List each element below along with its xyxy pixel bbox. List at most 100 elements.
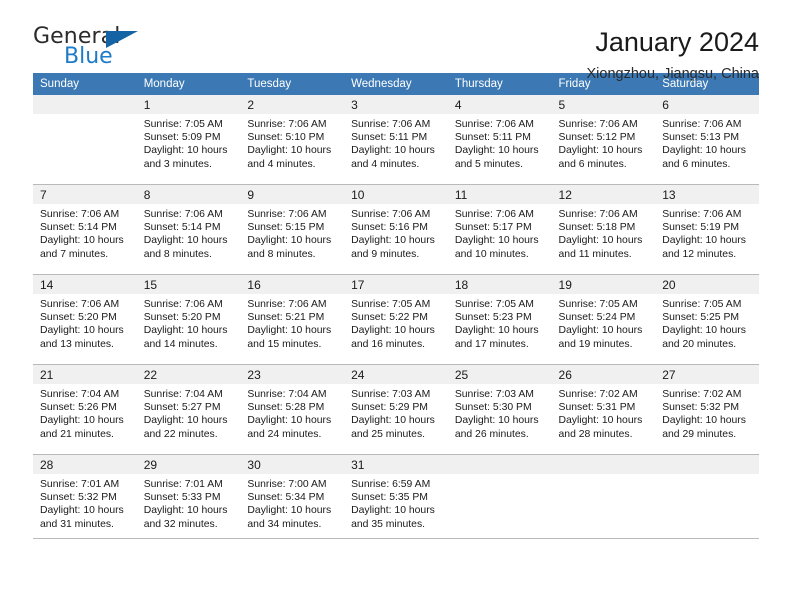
day-number: 7 xyxy=(33,185,137,204)
day-cell[interactable]: 8 Sunrise: 7:06 AM Sunset: 5:14 PM Daylight… xyxy=(136,184,241,275)
day-cell[interactable]: 16 Sunrise: 7:06 AM Sunset: 5:21 PM Dayligh… xyxy=(240,274,345,365)
day-cell[interactable]: 25 Sunrise: 7:03 AM Sunset: 5:30 PM Dayligh… xyxy=(447,364,552,455)
weekday-header-wednesday: Wednesday xyxy=(344,73,448,95)
day-cell[interactable]: 23 Sunrise: 7:04 AM Sunset: 5:28 PM Dayligh… xyxy=(240,364,345,455)
day-details: Sunrise: 7:06 AM Sunset: 5:16 PM Daylight:… xyxy=(344,204,448,261)
general-blue-logo[interactable]: General Blue xyxy=(33,26,148,72)
day-cell[interactable]: 20 Sunrise: 7:05 AM Sunset: 5:25 PM Dayligh… xyxy=(655,274,759,365)
sunset-text: Sunset: 5:33 PM xyxy=(143,492,221,504)
weekday-header-sunday: Sunday xyxy=(33,73,137,95)
day-cell[interactable]: 15 Sunrise: 7:06 AM Sunset: 5:20 PM Dayligh… xyxy=(136,274,241,365)
sunrise-text: Sunrise: 7:06 AM xyxy=(454,209,534,220)
sunset-text: Sunset: 5:31 PM xyxy=(558,402,636,414)
weekday-header-tuesday: Tuesday xyxy=(240,73,345,95)
daylight-text-line1: Daylight: 10 hours xyxy=(40,235,124,247)
day-details: Sunrise: 7:06 AM Sunset: 5:19 PM Daylight:… xyxy=(655,204,759,261)
day-cell[interactable]: 21 Sunrise: 7:04 AM Sunset: 5:26 PM Dayligh… xyxy=(33,364,137,455)
day-cell[interactable] xyxy=(551,454,656,539)
day-cell[interactable]: 17 Sunrise: 7:05 AM Sunset: 5:22 PM Dayligh… xyxy=(344,274,448,365)
sunset-text: Sunset: 5:28 PM xyxy=(247,402,325,414)
day-number: 28 xyxy=(33,455,137,474)
page-header: General Blue January 2024 Xiongzhou, Jia… xyxy=(33,0,759,83)
day-cell[interactable]: 27 Sunrise: 7:02 AM Sunset: 5:32 PM Dayligh… xyxy=(655,364,759,455)
day-cell[interactable] xyxy=(33,95,137,185)
day-details: Sunrise: 7:02 AM Sunset: 5:31 PM Daylight:… xyxy=(552,384,656,441)
daylight-text-line1: Daylight: 10 hours xyxy=(351,235,435,247)
daylight-text-line1: Daylight: 10 hours xyxy=(558,145,643,157)
day-cell[interactable]: 14 Sunrise: 7:06 AM Sunset: 5:20 PM Dayligh… xyxy=(33,274,137,365)
day-cell[interactable]: 3 Sunrise: 7:06 AM Sunset: 5:11 PM Daylight… xyxy=(344,95,448,185)
sunrise-text: Sunrise: 7:06 AM xyxy=(40,299,120,310)
daylight-text-line2: and 14 minutes. xyxy=(143,338,218,350)
sunrise-text: Sunrise: 7:06 AM xyxy=(143,299,223,310)
weekday-header-monday: Monday xyxy=(136,73,241,95)
sunset-text: Sunset: 5:11 PM xyxy=(351,132,428,144)
day-cell[interactable] xyxy=(447,454,552,539)
day-number xyxy=(33,95,137,114)
day-cell[interactable]: 9 Sunrise: 7:06 AM Sunset: 5:15 PM Daylight… xyxy=(240,184,345,275)
calendar-table: Sunday Monday Tuesday Wednesday Thursday… xyxy=(33,73,759,539)
daylight-text-line2: and 15 minutes. xyxy=(247,338,322,350)
sunrise-text: Sunrise: 7:00 AM xyxy=(247,479,327,490)
day-cell[interactable]: 28 Sunrise: 7:01 AM Sunset: 5:32 PM Dayligh… xyxy=(33,454,137,539)
calendar-page: General Blue January 2024 Xiongzhou, Jia… xyxy=(0,0,792,612)
sunrise-text: Sunrise: 7:03 AM xyxy=(454,389,534,400)
sunrise-text: Sunrise: 7:05 AM xyxy=(454,299,534,310)
daylight-text-line2: and 25 minutes. xyxy=(351,428,426,440)
day-number: 4 xyxy=(447,95,552,114)
day-number: 25 xyxy=(447,365,552,384)
day-cell[interactable]: 30 Sunrise: 7:00 AM Sunset: 5:34 PM Dayligh… xyxy=(240,454,345,539)
daylight-text-line1: Daylight: 10 hours xyxy=(143,235,228,247)
sunrise-text: Sunrise: 7:06 AM xyxy=(662,119,742,130)
sunset-text: Sunset: 5:27 PM xyxy=(143,402,221,414)
sunrise-text: Sunrise: 7:01 AM xyxy=(40,479,120,490)
daylight-text-line1: Daylight: 10 hours xyxy=(143,145,228,157)
title-block: January 2024 Xiongzhou, Jiangsu, China xyxy=(586,26,759,84)
day-cell[interactable]: 7 Sunrise: 7:06 AM Sunset: 5:14 PM Daylight… xyxy=(33,184,137,275)
daylight-text-line1: Daylight: 10 hours xyxy=(40,325,124,337)
day-number: 8 xyxy=(136,185,241,204)
day-cell[interactable]: 24 Sunrise: 7:03 AM Sunset: 5:29 PM Dayligh… xyxy=(344,364,448,455)
day-cell[interactable]: 13 Sunrise: 7:06 AM Sunset: 5:19 PM Dayligh… xyxy=(655,184,759,275)
day-number: 27 xyxy=(655,365,759,384)
day-cell[interactable]: 11 Sunrise: 7:06 AM Sunset: 5:17 PM Dayligh… xyxy=(447,184,552,275)
sunset-text: Sunset: 5:22 PM xyxy=(351,312,428,324)
day-cell[interactable]: 6 Sunrise: 7:06 AM Sunset: 5:13 PM Daylight… xyxy=(655,95,759,185)
sunrise-text: Sunrise: 7:06 AM xyxy=(247,209,327,220)
day-details: Sunrise: 7:06 AM Sunset: 5:11 PM Daylight:… xyxy=(448,114,552,171)
daylight-text-line2: and 22 minutes. xyxy=(143,428,218,440)
day-cell[interactable]: 1 Sunrise: 7:05 AM Sunset: 5:09 PM Daylight… xyxy=(136,95,241,185)
day-cell[interactable]: 2 Sunrise: 7:06 AM Sunset: 5:10 PM Daylight… xyxy=(240,95,345,185)
daylight-text-line1: Daylight: 10 hours xyxy=(351,415,435,427)
day-cell[interactable]: 10 Sunrise: 7:06 AM Sunset: 5:16 PM Dayligh… xyxy=(344,184,448,275)
daylight-text-line2: and 6 minutes. xyxy=(662,158,731,170)
day-cell[interactable]: 19 Sunrise: 7:05 AM Sunset: 5:24 PM Dayligh… xyxy=(551,274,656,365)
sunset-text: Sunset: 5:29 PM xyxy=(351,402,428,414)
daylight-text-line1: Daylight: 10 hours xyxy=(247,235,332,247)
sunset-text: Sunset: 5:23 PM xyxy=(454,312,532,324)
week-row: 21 Sunrise: 7:04 AM Sunset: 5:26 PM Dayligh… xyxy=(33,364,759,455)
day-cell[interactable] xyxy=(655,454,759,539)
day-details: Sunrise: 7:05 AM Sunset: 5:09 PM Daylight:… xyxy=(137,114,241,171)
sunset-text: Sunset: 5:14 PM xyxy=(143,222,221,234)
day-cell[interactable]: 5 Sunrise: 7:06 AM Sunset: 5:12 PM Daylight… xyxy=(551,95,656,185)
day-number: 18 xyxy=(447,275,552,294)
page-title: January 2024 xyxy=(595,27,759,57)
day-details: Sunrise: 7:06 AM Sunset: 5:17 PM Daylight:… xyxy=(448,204,552,261)
sunrise-text: Sunrise: 7:04 AM xyxy=(247,389,327,400)
day-number: 17 xyxy=(344,275,448,294)
day-cell[interactable]: 12 Sunrise: 7:06 AM Sunset: 5:18 PM Dayligh… xyxy=(551,184,656,275)
day-cell[interactable]: 31 Sunrise: 6:59 AM Sunset: 5:35 PM Dayligh… xyxy=(344,454,448,539)
day-number: 15 xyxy=(136,275,241,294)
day-details xyxy=(655,474,759,478)
day-number xyxy=(447,455,552,474)
day-cell[interactable]: 18 Sunrise: 7:05 AM Sunset: 5:23 PM Dayligh… xyxy=(447,274,552,365)
sunset-text: Sunset: 5:19 PM xyxy=(662,222,740,234)
day-details: Sunrise: 7:05 AM Sunset: 5:25 PM Daylight:… xyxy=(655,294,759,351)
week-row: 28 Sunrise: 7:01 AM Sunset: 5:32 PM Dayligh… xyxy=(33,454,759,539)
day-cell[interactable]: 4 Sunrise: 7:06 AM Sunset: 5:11 PM Daylight… xyxy=(447,95,552,185)
day-cell[interactable]: 29 Sunrise: 7:01 AM Sunset: 5:33 PM Dayligh… xyxy=(136,454,241,539)
day-cell[interactable]: 26 Sunrise: 7:02 AM Sunset: 5:31 PM Dayligh… xyxy=(551,364,656,455)
day-cell[interactable]: 22 Sunrise: 7:04 AM Sunset: 5:27 PM Dayligh… xyxy=(136,364,241,455)
sunrise-text: Sunrise: 7:02 AM xyxy=(558,389,638,400)
